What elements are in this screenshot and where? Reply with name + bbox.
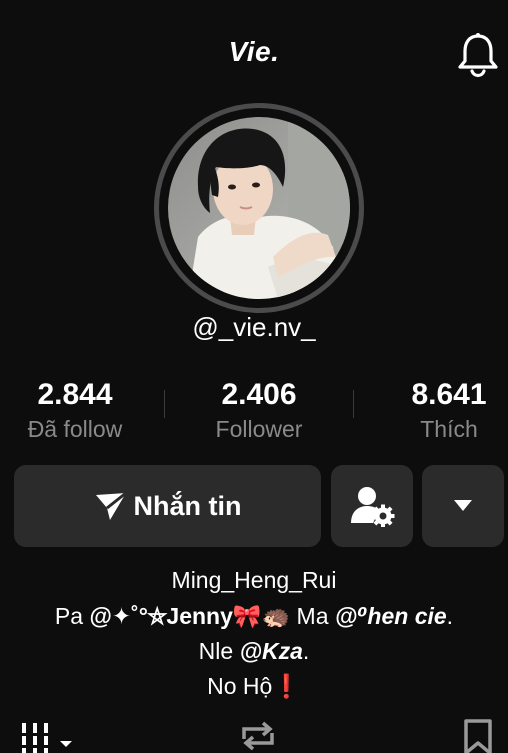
stat-following-value: 2.844 (37, 378, 113, 411)
stat-followers-label: Follower (215, 416, 303, 442)
top-bar: Vie. (0, 0, 508, 110)
stat-following[interactable]: 2.844 Đã follow (0, 378, 150, 444)
stat-divider (164, 390, 165, 418)
bio-line-3-suffix: . (302, 638, 310, 664)
bio-line-1: Ming_Heng_Rui (171, 567, 337, 593)
message-button-label: Nhắn tin (133, 490, 242, 521)
mention-link[interactable]: @⁰hen cie (335, 603, 447, 629)
bio-line-2-middle: Ma (290, 603, 335, 629)
stat-likes[interactable]: 8.641 Thích (374, 378, 508, 444)
bio-line-4: No Hộ❗ (207, 673, 301, 699)
stat-following-label: Đã follow (27, 416, 123, 442)
bio-line-2-prefix: Pa (54, 603, 90, 629)
bell-icon[interactable] (456, 30, 500, 78)
stat-divider (353, 390, 354, 418)
caret-down-icon (454, 500, 472, 512)
profile-settings-button[interactable] (331, 465, 413, 547)
more-button[interactable] (422, 465, 504, 547)
stat-likes-label: Thích (420, 416, 478, 442)
grid-icon[interactable] (20, 721, 76, 753)
bookmark-icon[interactable] (462, 719, 494, 753)
mention-link[interactable]: @✦˚°⛤Jenny🎀🦔 (89, 603, 290, 629)
bio-line-2-suffix: . (446, 603, 454, 629)
stat-followers[interactable]: 2.406 Follower (184, 378, 334, 444)
profile-tabs (0, 713, 508, 753)
stat-followers-value: 2.406 (221, 378, 297, 411)
send-icon (94, 491, 128, 521)
repost-icon[interactable] (238, 719, 278, 753)
bio-line-3-prefix: Nle (198, 638, 240, 664)
bio-line-2: Pa @✦˚°⛤Jenny🎀🦔 Ma @⁰hen cie. (0, 599, 508, 633)
user-gear-icon (351, 485, 395, 527)
stat-likes-value: 8.641 (411, 378, 487, 411)
mention-link[interactable]: @Kza (240, 638, 303, 664)
username: @_vie.nv_ (192, 312, 316, 342)
message-button[interactable]: Nhắn tin (14, 465, 321, 547)
avatar[interactable] (168, 117, 350, 299)
bio-line-3: Nle @Kza. (0, 634, 508, 668)
page-title: Vie. (228, 36, 280, 67)
